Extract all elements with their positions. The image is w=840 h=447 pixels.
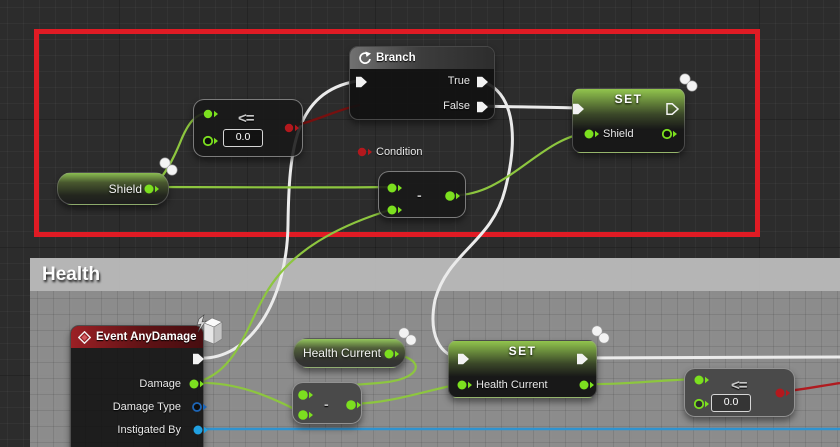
instigated-by-label: Instigated By — [117, 424, 181, 437]
float-out-pin[interactable] — [346, 399, 362, 411]
comment-header-health[interactable]: Health — [30, 258, 840, 291]
true-label: True — [448, 75, 470, 88]
shield-out-pin[interactable] — [662, 128, 678, 140]
set-health-current-node[interactable]: SET Health Current — [448, 340, 597, 398]
subtract-node-bottom[interactable]: - — [292, 382, 362, 424]
health-current-get-node[interactable]: Health Current — [293, 338, 406, 368]
event-any-damage-node[interactable]: Event AnyDamage Damage Damage Type Insti… — [70, 325, 204, 447]
float-in-pin-a[interactable] — [203, 108, 219, 120]
set-health-current-title: SET — [449, 344, 596, 358]
exec-out-pin[interactable] — [666, 103, 679, 115]
true-exec-pin[interactable] — [476, 76, 489, 88]
shield-get-label: Shield — [109, 173, 142, 204]
float-in-pin-b[interactable] — [694, 398, 710, 410]
bool-out-pin[interactable] — [284, 122, 300, 134]
float-out-pin[interactable] — [445, 190, 461, 202]
exec-in-pin[interactable] — [457, 353, 470, 365]
subtract-node-top[interactable]: - — [378, 171, 466, 218]
event-node-header[interactable]: Event AnyDamage — [71, 326, 203, 348]
health-current-out-pin[interactable] — [579, 379, 595, 391]
less-equal-node-bottom[interactable]: <= 0.0 — [684, 368, 795, 417]
health-current-get-label: Health Current — [303, 339, 381, 367]
float-in-pin-b[interactable] — [387, 204, 403, 216]
shield-in-pin[interactable] — [584, 128, 600, 140]
less-equal-node-top[interactable]: <= 0.0 — [193, 99, 303, 157]
condition-label: Condition — [376, 146, 422, 159]
exec-in-pin[interactable] — [572, 103, 585, 115]
subtract-operator: - — [324, 396, 329, 412]
blueprint-graph-canvas[interactable]: Health — [0, 0, 840, 447]
branch-node-title: Branch — [376, 52, 416, 64]
branch-node-header[interactable]: Branch — [350, 47, 494, 69]
branch-node[interactable]: Branch Condition True False — [349, 46, 495, 120]
condition-pin[interactable] — [357, 146, 373, 158]
damage-pin[interactable] — [189, 378, 205, 390]
damage-type-pin[interactable] — [192, 401, 208, 413]
event-diamond-icon — [78, 331, 91, 344]
default-value-field[interactable]: 0.0 — [711, 394, 751, 412]
float-in-pin-b[interactable] — [203, 135, 219, 147]
exec-out-pin[interactable] — [192, 353, 205, 365]
float-in-pin-a[interactable] — [387, 182, 403, 194]
event-node-title: Event AnyDamage — [96, 331, 197, 343]
health-current-in-pin[interactable] — [457, 379, 473, 391]
less-equal-operator: <= — [238, 110, 254, 127]
shield-get-node[interactable]: Shield — [57, 172, 169, 205]
less-equal-operator: <= — [731, 377, 747, 394]
set-shield-node[interactable]: SET Shield — [572, 88, 685, 153]
float-in-pin-b[interactable] — [298, 409, 314, 421]
float-out-pin[interactable] — [384, 348, 400, 360]
damage-label: Damage — [139, 378, 181, 391]
false-exec-pin[interactable] — [476, 101, 489, 113]
float-out-pin[interactable] — [144, 183, 160, 195]
float-in-pin-a[interactable] — [298, 389, 314, 401]
exec-in-pin[interactable] — [355, 76, 368, 88]
damage-type-label: Damage Type — [113, 401, 181, 414]
branch-icon — [357, 51, 371, 65]
set-shield-pin-label: Shield — [603, 128, 634, 141]
float-in-pin-a[interactable] — [694, 374, 710, 386]
comment-title: Health — [42, 264, 100, 286]
false-label: False — [443, 100, 470, 113]
subtract-operator: - — [417, 187, 422, 203]
instigated-by-pin[interactable] — [193, 424, 209, 436]
bool-out-pin[interactable] — [775, 387, 791, 399]
default-value-field[interactable]: 0.0 — [223, 129, 263, 147]
exec-out-pin[interactable] — [576, 353, 589, 365]
set-health-current-pin-label: Health Current — [476, 379, 548, 392]
